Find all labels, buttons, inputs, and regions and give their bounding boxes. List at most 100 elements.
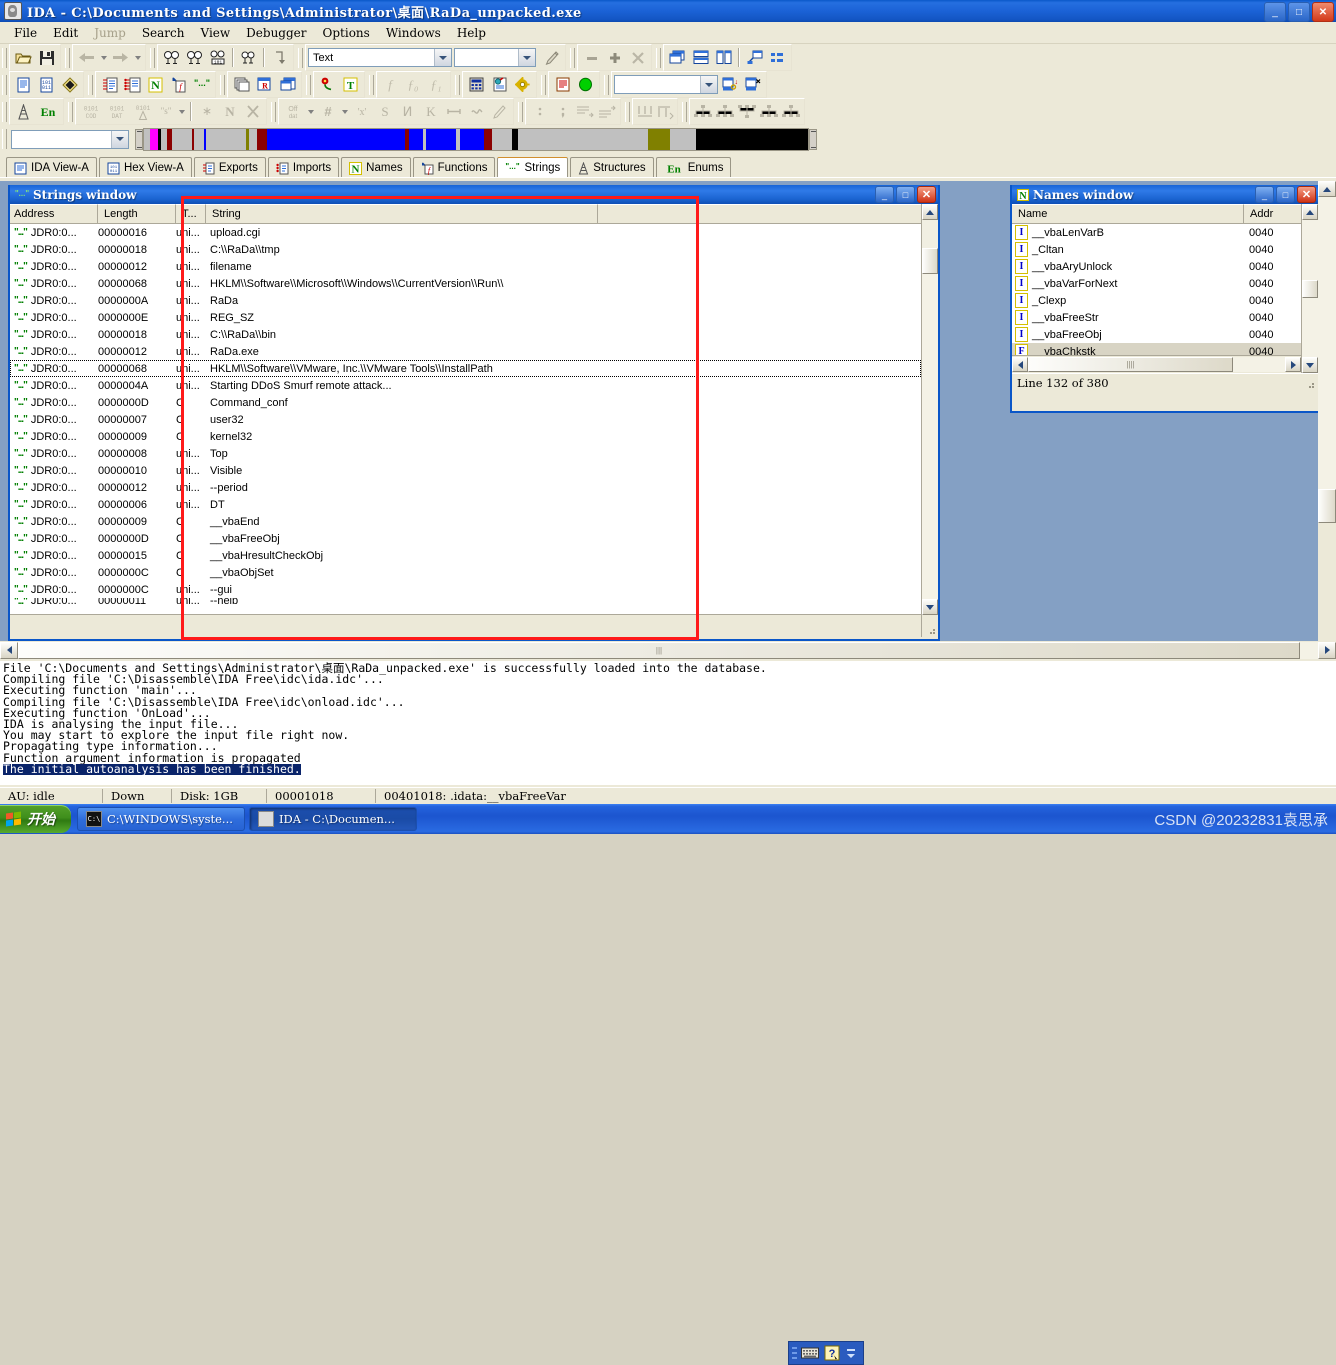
names-minimize-button[interactable]: _ (1255, 186, 1274, 203)
start-button[interactable]: 开始 (0, 805, 71, 833)
toolbar-grip[interactable] (2, 102, 7, 122)
scroll-up-button[interactable] (922, 204, 938, 220)
open-functions-icon[interactable]: f (167, 74, 190, 96)
search-binary-icon[interactable] (237, 47, 260, 69)
encoding-en-icon[interactable]: En (35, 101, 61, 123)
calculator-icon[interactable] (465, 74, 488, 96)
menu-item-file[interactable]: File (6, 24, 45, 42)
names-maximize-button[interactable]: □ (1276, 186, 1295, 203)
add-bookmark-icon[interactable]: ↓ (718, 74, 741, 96)
strings-table-row[interactable]: "..." JDR0:0... 0000000D C Command_conf (10, 394, 921, 411)
toolbar-grip[interactable] (656, 48, 661, 68)
strings-table-row[interactable]: "..." JDR0:0... 00000009 Ckernel32 (10, 428, 921, 445)
xrefs-to-graph-icon[interactable] (736, 101, 758, 123)
mdi-scrollbar-track[interactable] (1318, 197, 1336, 489)
names-table-row[interactable]: I __vbaLenVarB 0040 (1012, 224, 1301, 241)
tile-vertical-icon[interactable] (712, 47, 735, 69)
manual-operand-icon[interactable] (442, 101, 465, 123)
chevron-down-icon[interactable] (700, 76, 717, 93)
chevron-down-icon[interactable] (518, 49, 535, 66)
toolbar-grip[interactable] (306, 75, 311, 95)
names-table-row[interactable]: I __vbaFreeObj 0040 (1012, 326, 1301, 343)
strings-maximize-button[interactable]: □ (896, 186, 915, 203)
output-log-text[interactable]: File 'C:\Documents and Settings\Administ… (0, 661, 1336, 775)
open-hex-view-icon[interactable]: 101 011 (35, 74, 58, 96)
expand-item-icon[interactable] (655, 101, 675, 123)
mdi-scroll-right-button[interactable] (1318, 642, 1336, 659)
names-horizontal-scrollbar[interactable]: |||| (1012, 355, 1301, 373)
selectors-icon[interactable] (276, 74, 299, 96)
enum-member-icon[interactable]: K (419, 101, 442, 123)
names-hscroll-thumb[interactable]: |||| (1028, 357, 1233, 372)
strings-table-row[interactable]: "..." JDR0:0... 00000018 uni... C:\\RaDa\\bi… (10, 326, 921, 343)
names-scroll-down-button[interactable] (1302, 357, 1318, 373)
toolbar-grip[interactable] (369, 75, 374, 95)
plugins-gear-icon[interactable] (511, 74, 534, 96)
toolbar-grip[interactable] (88, 75, 93, 95)
toolbar-grip[interactable] (220, 75, 225, 95)
open-disassembly-view-icon[interactable] (12, 74, 35, 96)
menu-item-debugger[interactable]: Debugger (238, 24, 314, 42)
names-list-body[interactable]: I __vbaLenVarB 0040 I _Cltan 0040 I __vbaAryUnl… (1012, 224, 1301, 355)
navigator-zoom-in-button[interactable] (809, 129, 817, 150)
call-graph-icon[interactable] (714, 101, 736, 123)
toolbar-grip[interactable] (2, 129, 7, 149)
tab-names[interactable]: N Names (341, 157, 410, 178)
help-icon[interactable]: ? (823, 1344, 842, 1363)
menu-item-windows[interactable]: Windows (378, 24, 449, 42)
tab-strings[interactable]: "..." Strings (497, 157, 568, 178)
toolbar-grip[interactable] (150, 48, 155, 68)
toolbar-grip[interactable] (68, 102, 73, 122)
names-table-row[interactable]: F __vbaChkstk 0040 (1012, 343, 1301, 355)
offset-dropdown-icon[interactable] (305, 101, 316, 123)
antenna-icon[interactable] (12, 101, 35, 123)
toggle-sign-icon[interactable] (465, 101, 488, 123)
char-operand-icon[interactable]: 'x' (350, 101, 373, 123)
type-library-icon[interactable]: T (339, 74, 362, 96)
search-next-icon[interactable] (183, 47, 206, 69)
search-type-combo[interactable]: Text (308, 48, 452, 67)
names-scrollbar-track[interactable] (1302, 298, 1318, 358)
output-window-icon[interactable] (551, 74, 574, 96)
toolbar-grip[interactable] (298, 48, 303, 68)
toolbar-grip[interactable] (682, 102, 687, 122)
start-debugger-icon[interactable] (574, 74, 597, 96)
hex-number-icon[interactable]: # (316, 101, 339, 123)
cascade-windows-icon[interactable] (666, 47, 689, 69)
names-resize-grip[interactable] (1305, 380, 1315, 390)
stack-var-icon[interactable]: Ͷ (396, 101, 419, 123)
names-scrollbar-track[interactable] (1302, 220, 1318, 280)
list-windows-icon[interactable] (766, 47, 789, 69)
open-names-icon[interactable]: N (144, 74, 167, 96)
toolbar-grip[interactable] (455, 75, 460, 95)
make-data-icon[interactable]: 0101 DAT (104, 101, 130, 123)
insert-posterior-line-icon[interactable] (596, 101, 618, 123)
tab-ida-view-a[interactable]: IDA View-A (6, 157, 97, 178)
column-header-address[interactable]: Address (10, 204, 98, 223)
names-scroll-right-button[interactable] (1285, 357, 1301, 372)
graph-overview-combo[interactable] (11, 130, 129, 149)
navigator-zoom-out-button[interactable] (135, 129, 143, 150)
strings-table-row-partial[interactable]: "..." JDR0:0... 00000011 uni... --help (10, 598, 921, 604)
flowchart-icon[interactable] (692, 101, 714, 123)
tab-imports[interactable]: Imports (268, 157, 339, 178)
toolbar-grip[interactable] (541, 75, 546, 95)
function-italic-icon[interactable]: f (379, 74, 402, 96)
make-code-icon[interactable]: 0101 COD (78, 101, 104, 123)
idc-script-icon[interactable] (488, 74, 511, 96)
names-table-row[interactable]: I __vbaAryUnlock 0040 (1012, 258, 1301, 275)
chevron-down-icon[interactable] (111, 131, 128, 148)
user-xref-graph-icon[interactable] (780, 101, 802, 123)
offset-icon[interactable]: Off dat (281, 101, 305, 123)
highlight-pen-icon[interactable] (540, 47, 563, 69)
menu-item-options[interactable]: Options (315, 24, 378, 42)
scroll-down-button[interactable] (922, 599, 938, 615)
maximize-button[interactable]: □ (1288, 2, 1310, 22)
make-array-icon[interactable]: ∗ (195, 101, 218, 123)
minimize-button[interactable]: _ (1264, 2, 1286, 22)
output-toolbar-overflow[interactable] (845, 1349, 856, 1358)
names-table-row[interactable]: I __vbaVarForNext 0040 (1012, 275, 1301, 292)
strings-table-row[interactable]: "..." JDR0:0... 00000008 uni... Top (10, 445, 921, 462)
struct-offset-icon[interactable]: S (373, 101, 396, 123)
collapse-item-icon[interactable] (635, 101, 655, 123)
